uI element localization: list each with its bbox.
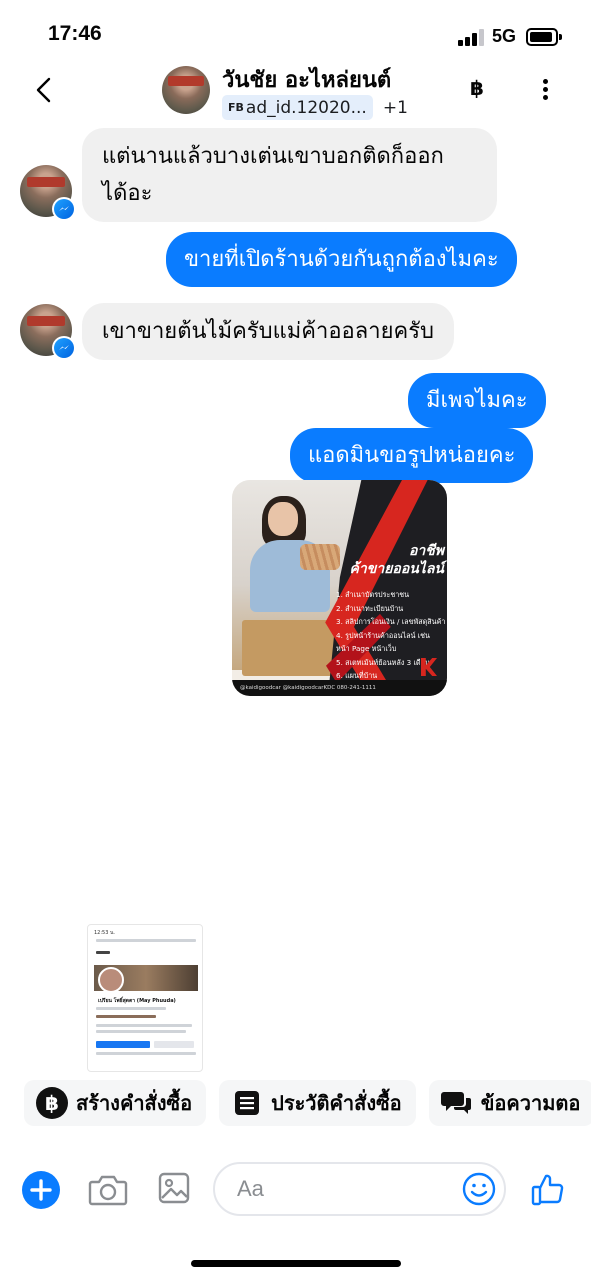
message-bubble-incoming[interactable]: เขาขายต้นไม้ครับแม่ค้าออลายครับ <box>82 303 454 360</box>
home-indicator[interactable] <box>191 1260 401 1267</box>
thumb-profile-name: เปรียน โพธิ์สุดตา (May Phuuda) <box>98 998 176 1004</box>
extra-count[interactable]: +1 <box>383 98 408 118</box>
sender-avatar[interactable] <box>20 165 76 221</box>
payment-button[interactable]: ฿ <box>470 76 484 100</box>
emoji-button[interactable] <box>462 1172 496 1206</box>
contact-ad-info: FB ad_id.12020... +1 <box>222 95 408 120</box>
more-options-button[interactable] <box>533 76 557 108</box>
battery-icon <box>526 28 558 46</box>
chip-label: ข้อความตอ <box>480 1091 581 1115</box>
camera-icon <box>88 1175 128 1206</box>
message-bubble-outgoing[interactable]: แอดมินขอรูปหน่อยคะ <box>290 428 534 483</box>
contact-avatar[interactable] <box>162 66 210 114</box>
create-order-chip[interactable]: ฿ สร้างคำสั่งซื้อ <box>24 1080 207 1126</box>
message-text: แต่นานแล้วบางเต่นเขาบอกติดก็ออก <box>102 144 444 169</box>
gallery-button[interactable] <box>158 1172 190 1204</box>
messages-chip[interactable]: ข้อความตอ <box>428 1080 591 1126</box>
battery-cap <box>559 34 562 40</box>
thumb-status: 12:53 น. <box>94 930 116 936</box>
signal-icon <box>458 29 484 46</box>
messenger-badge-icon <box>52 197 76 221</box>
message-bubble-outgoing[interactable]: มีเพจไมคะ <box>408 373 546 428</box>
back-button[interactable] <box>28 72 58 108</box>
composer-bar <box>0 1160 591 1220</box>
image-attachment[interactable]: อาชีพ ค้าขายออนไลน์ 1. สำเนาบัตรประชาชน … <box>232 480 447 696</box>
sender-avatar[interactable] <box>20 304 76 360</box>
quick-replies: ฿ สร้างคำสั่งซื้อ ประวัติคำสั่งซื้อ ข้อค… <box>24 1080 591 1126</box>
screenshot-thumbnail[interactable]: 12:53 น. เปรียน โพธิ์สุดตา (May Phuuda) <box>87 924 203 1072</box>
list-icon <box>231 1087 263 1119</box>
order-history-chip[interactable]: ประวัติคำสั่งซื้อ <box>219 1080 416 1126</box>
chat-header: วันชัย อะไหล่ยนต์ FB ad_id.12020... +1 ฿ <box>0 60 591 124</box>
fb-mark: FB <box>228 101 244 114</box>
message-bubble-outgoing[interactable]: ขายที่เปิดร้านด้วยกันถูกต้องไมคะ <box>166 232 517 287</box>
camera-button[interactable] <box>88 1172 128 1208</box>
plus-icon <box>30 1179 52 1201</box>
chip-label: สร้างคำสั่งซื้อ <box>76 1091 193 1115</box>
chevron-left-icon <box>36 77 51 103</box>
messenger-badge-icon <box>52 336 76 360</box>
chip-label: ประวัติคำสั่งซื้อ <box>271 1091 402 1115</box>
status-time: 17:46 <box>48 22 102 45</box>
status-bar: 17:46 5G <box>0 0 591 60</box>
image-icon <box>158 1172 190 1204</box>
thumbs-up-icon <box>531 1174 564 1206</box>
smiley-icon <box>462 1172 496 1206</box>
like-button[interactable] <box>530 1172 566 1208</box>
thumb-avatar <box>98 967 124 993</box>
ad-id-label: ad_id.12020... <box>245 97 367 118</box>
chat-icon <box>440 1087 473 1119</box>
ad-image: อาชีพ ค้าขายออนไลน์ 1. สำเนาบัตรประชาชน … <box>232 480 447 696</box>
network-label: 5G <box>492 26 517 46</box>
ad-title: อาชีพ ค้าขายออนไลน์ <box>349 543 444 577</box>
baht-icon: ฿ <box>36 1087 68 1119</box>
ad-id-chip[interactable]: FB ad_id.12020... <box>222 95 373 120</box>
message-bubble-incoming[interactable]: แต่นานแล้วบางเต่นเขาบอกติดก็ออก ได้อะ <box>82 128 497 222</box>
add-button[interactable] <box>22 1171 60 1209</box>
contact-name[interactable]: วันชัย อะไหล่ยนต์ <box>222 62 391 97</box>
message-text: ได้อะ <box>102 181 153 206</box>
ad-footer: @kaidigoodcar @kaidigoodcarKDC 080-241-1… <box>232 680 447 696</box>
